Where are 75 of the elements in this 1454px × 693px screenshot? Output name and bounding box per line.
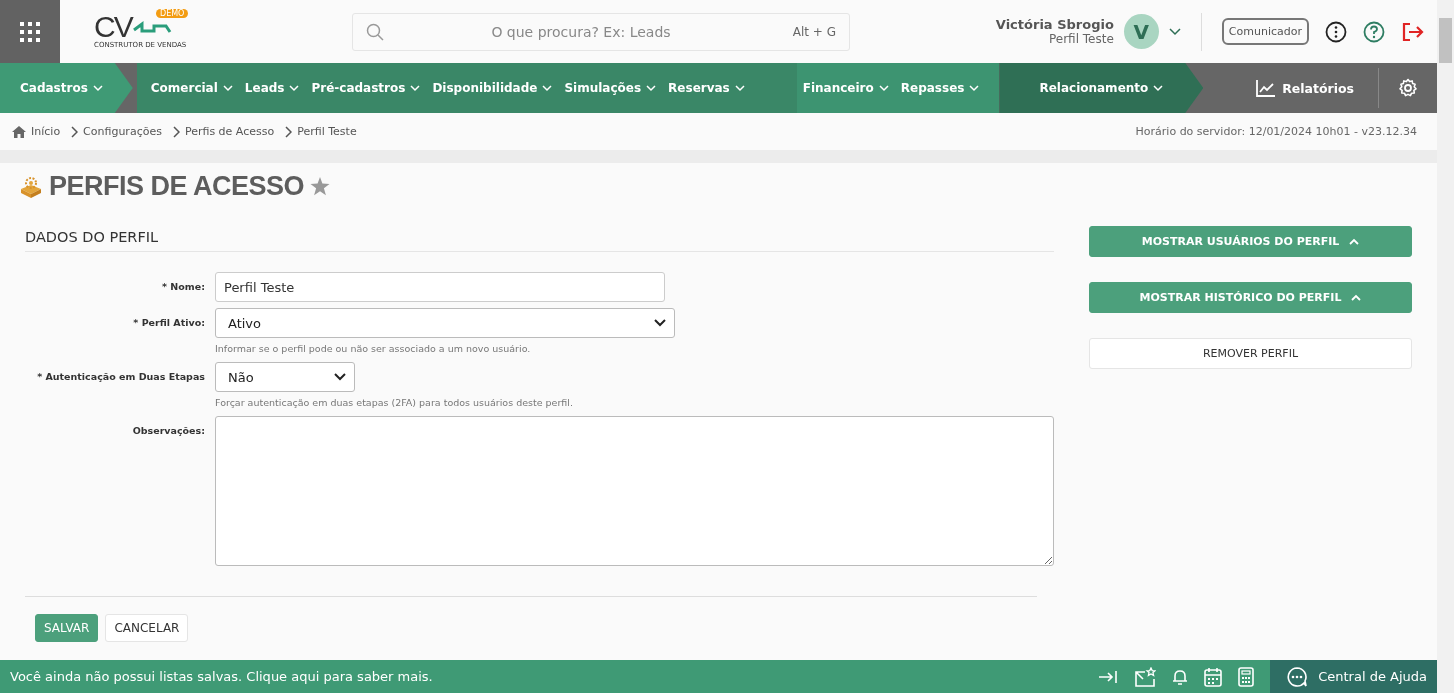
nav-menu-item[interactable]: Comercial xyxy=(136,63,239,113)
chevron-up-icon xyxy=(1349,238,1360,245)
line-chart-icon xyxy=(1256,79,1277,97)
chevron-down-icon xyxy=(1153,84,1164,92)
chevron-down-icon xyxy=(334,373,346,381)
chevron-right-icon xyxy=(284,125,293,138)
chevron-down-icon[interactable] xyxy=(1168,27,1181,36)
field-label: * Autenticação em Duas Etapas xyxy=(36,370,205,382)
breadcrumb-link[interactable]: Configurações xyxy=(83,125,162,138)
nav-menu-item[interactable]: Relacionamento xyxy=(999,63,1204,113)
envelope-star-icon[interactable] xyxy=(1134,666,1157,687)
chevron-right-icon xyxy=(171,125,180,138)
breadcrumb-link[interactable]: Perfis de Acesso xyxy=(184,125,275,138)
nav-menu-item[interactable]: Reservas xyxy=(662,63,797,113)
breadcrumb-link[interactable]: Início xyxy=(31,125,61,138)
chevron-down-icon xyxy=(646,84,657,92)
calendar-icon[interactable] xyxy=(1204,666,1223,687)
nav-menu-item[interactable]: Repasses xyxy=(894,63,1000,113)
bell-icon[interactable] xyxy=(1172,667,1189,686)
scrollbar[interactable] xyxy=(1437,0,1454,693)
chevron-down-icon xyxy=(969,84,980,92)
chevron-down-icon xyxy=(654,319,666,327)
nav-menu-item[interactable]: Disponibilidade xyxy=(426,63,559,113)
user-avatar[interactable]: V xyxy=(1123,14,1159,49)
search-icon xyxy=(366,22,384,41)
page-title: PERFIS DE ACESSO xyxy=(49,171,305,202)
user-profile: Perfil Teste xyxy=(1049,32,1114,46)
form-action-button[interactable]: CANCELAR xyxy=(105,614,189,642)
home-icon[interactable] xyxy=(12,125,26,138)
select-field[interactable]: Ativo xyxy=(215,308,675,338)
more-icon[interactable] xyxy=(1325,20,1347,43)
user-name: Victória Sbrogio xyxy=(995,17,1114,32)
nav-menu-item[interactable]: Leads xyxy=(238,63,306,113)
chevron-down-icon xyxy=(222,84,233,92)
nav-menu-item[interactable]: Simulações xyxy=(558,63,663,113)
chevron-right-icon xyxy=(70,125,79,138)
calculator-icon[interactable] xyxy=(1238,666,1255,687)
field-label: * Perfil Ativo: xyxy=(132,316,205,328)
logout-icon[interactable] xyxy=(1401,20,1425,43)
apps-menu-button[interactable] xyxy=(0,0,60,63)
nav-menu-item[interactable]: Cadastros xyxy=(0,63,133,113)
arrow-to-bar-icon[interactable] xyxy=(1098,668,1119,685)
saved-lists-message-link[interactable]: Você ainda não possui listas salvas. Clique aqui para saber mais. xyxy=(10,669,433,684)
profile-box-icon xyxy=(19,175,43,198)
side-action-button[interactable]: MOSTRAR USUÁRIOS DO PERFIL xyxy=(1089,226,1412,257)
form-action-button[interactable]: SALVAR xyxy=(35,614,99,642)
select-field[interactable]: Não xyxy=(215,362,355,392)
chevron-down-icon xyxy=(878,84,889,92)
help-center-button[interactable]: Central de Ajuda xyxy=(1270,660,1437,693)
side-action-button[interactable]: REMOVER PERFIL xyxy=(1089,338,1412,369)
breadcrumb-link[interactable]: Perfil Teste xyxy=(297,125,357,138)
chevron-down-icon xyxy=(542,84,553,92)
name-input[interactable]: Perfil Teste xyxy=(215,272,665,302)
server-time: Horário do servidor: 12/01/2024 10h01 - v23.12.34 xyxy=(1135,125,1417,138)
grid-icon xyxy=(19,20,41,43)
communicator-button[interactable]: Comunicador xyxy=(1221,18,1309,45)
nav-menu-item[interactable]: Pré-cadastros xyxy=(305,63,427,113)
reports-link[interactable]: Relatórios xyxy=(1250,78,1360,98)
chat-bubble-icon xyxy=(1286,665,1309,688)
help-icon[interactable] xyxy=(1363,20,1385,43)
help-text: Informar se o perfil pode ou não ser associado a um novo usuário. xyxy=(215,343,532,354)
nav-menu-item[interactable]: Financeiro xyxy=(796,63,895,113)
star-icon[interactable] xyxy=(310,177,331,196)
chevron-down-icon xyxy=(92,84,103,92)
field-label: Observações: xyxy=(131,424,205,436)
chevron-down-icon xyxy=(734,84,745,92)
side-action-button[interactable]: MOSTRAR HISTÓRICO DO PERFIL xyxy=(1089,282,1412,313)
chevron-up-icon xyxy=(1351,294,1362,301)
field-label: * Nome: xyxy=(161,280,205,292)
chevron-down-icon xyxy=(289,84,300,92)
chevron-down-icon xyxy=(410,84,421,92)
settings-icon[interactable] xyxy=(1398,78,1418,98)
help-text: Forçar autenticação em duas etapas (2FA) para todos usuários deste perfil. xyxy=(215,397,573,408)
shortcut-hint: Alt + G xyxy=(792,24,836,39)
section-title: DADOS DO PERFIL xyxy=(25,214,1054,252)
